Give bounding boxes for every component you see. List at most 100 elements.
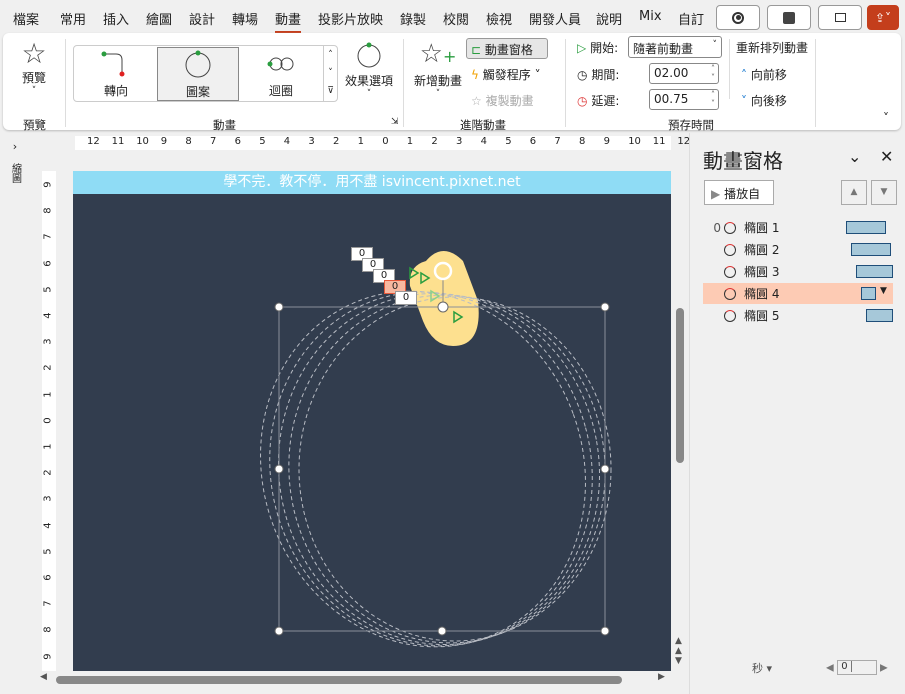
timing-bar[interactable] <box>851 243 891 256</box>
ruler-label: 7 <box>554 136 561 147</box>
dialog-launcher-icon[interactable]: ⇲ <box>391 117 399 127</box>
tab-file[interactable]: 檔案 <box>13 9 39 28</box>
group-animation-label: 動畫 <box>213 118 236 132</box>
scroll-thumb[interactable] <box>56 676 622 684</box>
collapse-ribbon-icon[interactable]: ˅ <box>883 111 889 125</box>
timing-bar[interactable] <box>846 221 886 234</box>
effect-options-button[interactable]: 效果選項 ˅ <box>341 39 397 99</box>
effect-options-label: 效果選項 <box>344 74 393 88</box>
tab-slideshow[interactable]: 投影片放映 <box>318 9 383 28</box>
start-select[interactable]: 隨著前動畫 ˅ <box>628 36 722 58</box>
effect-loops[interactable]: 迴圈 <box>241 47 321 100</box>
trigger-button[interactable]: ϟ 觸發程序 ˅ <box>471 66 541 83</box>
play-from-label: 播放自 <box>724 187 761 201</box>
ruler-label: 0 <box>42 417 54 424</box>
tab-custom[interactable]: 自訂 <box>678 9 704 28</box>
ruler-label: 6 <box>42 574 54 581</box>
preview-button[interactable]: ☆ 預覽 ˅ <box>11 39 57 97</box>
animation-list-item[interactable]: 橢圓 5 <box>703 305 893 326</box>
tab-view[interactable]: 檢視 <box>486 9 512 28</box>
effect-options-icon <box>357 42 381 68</box>
gallery-scroll[interactable]: ˄ ˅ ⊽ <box>323 46 337 101</box>
delay-label-row: ◷ 延遲: <box>577 92 619 109</box>
ruler-label: 9 <box>42 181 54 188</box>
animation-tag[interactable]: 0 <box>395 291 417 305</box>
animation-painter-label: 複製動畫 <box>485 94 534 108</box>
ruler-label: 1 <box>42 390 54 398</box>
effects-gallery: 轉向 圖案 迴圈 ˄ ˅ ⊽ <box>73 45 338 102</box>
chevron-down-icon: ˅ <box>741 94 747 108</box>
tab-help[interactable]: 說明 <box>596 9 622 28</box>
reorder-label: 重新排列動畫 <box>736 41 809 55</box>
ruler-label: 3 <box>308 136 315 147</box>
add-animation-label: 新增動畫 <box>413 74 462 88</box>
trigger-label: 觸發程序 <box>482 68 531 82</box>
timeline-zoom[interactable]: ◀ 0 ▶ <box>826 660 888 675</box>
item-dropdown-icon[interactable]: ▼ <box>880 286 887 296</box>
prev-next-slide-icons[interactable]: ▲ ▲ ▼ <box>675 636 682 666</box>
slide-canvas[interactable]: 學不完．教不停．用不盡 isvincent.pixnet.net 0 0 0 0… <box>73 171 671 671</box>
timing-bar[interactable] <box>861 287 876 300</box>
add-animation-button[interactable]: ☆+ 新增動畫 ˅ <box>410 39 466 99</box>
effect-shapes[interactable]: 圖案 <box>157 47 239 101</box>
pane-options-icon[interactable]: ⌄ <box>848 147 861 166</box>
scroll-thumb[interactable] <box>676 308 684 463</box>
ruler-label: 6 <box>234 136 241 147</box>
tab-transitions[interactable]: 轉場 <box>232 9 258 28</box>
close-icon[interactable]: ✕ <box>880 147 893 166</box>
animation-pane-button[interactable]: ⊏ 動畫窗格 <box>466 38 548 59</box>
tab-insert[interactable]: 插入 <box>103 9 129 28</box>
timing-bar[interactable] <box>856 265 893 278</box>
teams-button[interactable] <box>767 5 811 30</box>
tab-design[interactable]: 設計 <box>189 9 215 28</box>
pane-icon: ⊏ <box>471 43 482 57</box>
start-label: 開始: <box>590 41 619 55</box>
timing-bar[interactable] <box>866 309 893 322</box>
move-earlier-button[interactable]: ˄ 向前移 <box>741 66 787 83</box>
play-from-button[interactable]: ▶ 播放自 <box>704 180 774 205</box>
tab-mix[interactable]: Mix <box>639 9 662 24</box>
circle-path-icon <box>724 287 736 300</box>
clock-icon: ◷ <box>577 68 588 82</box>
tab-draw[interactable]: 繪圖 <box>146 9 172 28</box>
item-name: 橢圓 4 <box>744 287 780 301</box>
vertical-ruler: 9 8 7 6 5 4 3 2 1 0 1 2 3 4 5 6 7 8 9 <box>42 171 56 671</box>
move-up-button[interactable]: ▲ <box>841 180 867 205</box>
tab-record[interactable]: 錄製 <box>400 9 426 28</box>
ruler-label: 2 <box>42 364 54 372</box>
ruler-label: 2 <box>333 136 340 147</box>
delay-input[interactable]: 00.75 ˄ ˅ <box>649 89 719 110</box>
tab-home[interactable]: 常用 <box>60 9 86 28</box>
ruler-label: 8 <box>42 207 54 214</box>
ruler-label: 1 <box>357 136 364 147</box>
comments-button[interactable] <box>818 5 862 30</box>
duration-input[interactable]: 02.00 ˄ ˅ <box>649 63 719 84</box>
share-button[interactable]: ⇪˅ <box>867 5 899 30</box>
horizontal-scrollbar[interactable]: ◀ ▶ <box>40 672 670 686</box>
tab-developer[interactable]: 開發人員 <box>529 9 581 28</box>
chevron-up-icon: ˄ <box>741 68 747 82</box>
move-later-button[interactable]: ˅ 向後移 <box>741 92 787 109</box>
ruler-label: 8 <box>185 136 192 147</box>
animation-painter-button[interactable]: ☆ 複製動畫 <box>471 92 534 109</box>
ruler-label: 6 <box>529 136 537 147</box>
tab-animations[interactable]: 動畫 <box>275 9 302 33</box>
ruler-label: 5 <box>42 286 54 293</box>
thumbnails-panel[interactable]: › 縮圖 <box>0 140 30 200</box>
time-unit-dropdown[interactable]: 秒 ▾ <box>752 660 772 676</box>
effect-turn[interactable]: 轉向 <box>76 47 156 100</box>
horizontal-ruler: 12 11 10 9 8 7 6 5 4 3 2 1 0 1 2 3 4 5 6 7 8 9 10 11 12 <box>75 136 690 150</box>
duration-value: 02.00 <box>654 66 689 80</box>
move-down-button[interactable]: ▼ <box>871 180 897 205</box>
tab-review[interactable]: 校閱 <box>443 9 469 28</box>
selection-highlight <box>409 251 479 346</box>
vertical-scrollbar[interactable]: ▲ ▲ ▼ <box>672 150 688 670</box>
motion-path-5 <box>298 296 612 642</box>
teams-icon <box>783 11 795 24</box>
expand-icon[interactable]: › <box>0 140 30 153</box>
ruler-label: 3 <box>456 136 463 147</box>
item-name: 橢圓 3 <box>744 265 780 279</box>
ruler-label: 12 <box>87 136 100 147</box>
ruler-label: 0 <box>382 136 389 147</box>
record-button[interactable] <box>716 5 760 30</box>
